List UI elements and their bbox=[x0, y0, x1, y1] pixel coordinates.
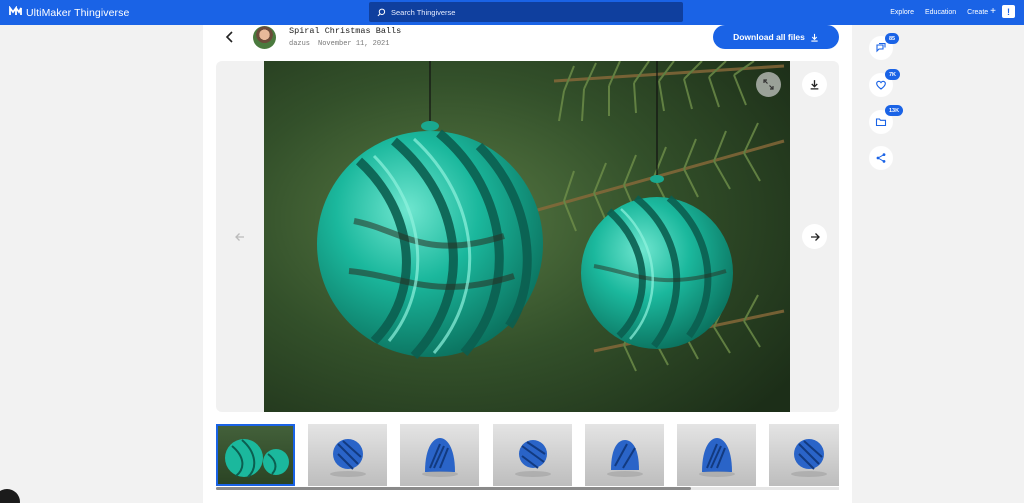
download-all-label: Download all files bbox=[733, 32, 805, 42]
ornament-photo-illustration bbox=[264, 61, 790, 412]
nav-create-menu[interactable]: Create + bbox=[967, 6, 996, 17]
top-navigation-bar: UltiMaker Thingiverse Explore Education … bbox=[0, 0, 1024, 25]
search-input[interactable] bbox=[391, 7, 661, 17]
publish-date: November 11, 2021 bbox=[318, 40, 390, 48]
thing-detail-card: Spiral Christmas Balls dazus November 11,… bbox=[203, 25, 852, 503]
thumbnail-5[interactable] bbox=[585, 424, 664, 486]
brand-logo-link[interactable]: UltiMaker Thingiverse bbox=[9, 5, 130, 19]
download-all-files-button[interactable]: Download all files bbox=[713, 25, 839, 49]
search-icon bbox=[377, 8, 386, 16]
comments-count-badge: 85 bbox=[885, 33, 900, 44]
thing-meta: dazus November 11, 2021 bbox=[289, 40, 389, 48]
thumbnail-3[interactable] bbox=[400, 424, 479, 486]
download-image-button[interactable] bbox=[802, 72, 827, 97]
thing-title: Spiral Christmas Balls bbox=[289, 26, 402, 36]
comments-icon bbox=[876, 42, 886, 53]
folder-icon bbox=[875, 118, 887, 127]
back-arrow-icon[interactable] bbox=[223, 30, 237, 44]
collections-count-badge: 13K bbox=[885, 105, 904, 116]
author-link[interactable]: dazus bbox=[289, 40, 310, 48]
share-button[interactable] bbox=[869, 146, 893, 170]
image-viewer bbox=[216, 61, 839, 412]
blue-ornament-thumbnail bbox=[422, 438, 458, 477]
nav-links: Explore Education Create + bbox=[890, 6, 996, 17]
scrollbar-thumb[interactable] bbox=[216, 487, 691, 490]
blue-ornament-thumbnail bbox=[607, 440, 643, 477]
thumbnail-6[interactable] bbox=[677, 424, 756, 486]
search-bar[interactable] bbox=[369, 2, 683, 22]
thumbnail-1[interactable] bbox=[216, 424, 295, 486]
main-photo bbox=[264, 61, 790, 412]
blue-ornament-thumbnail bbox=[330, 439, 366, 477]
blue-ornament-thumbnail bbox=[791, 439, 827, 477]
nav-create-label: Create bbox=[967, 9, 989, 16]
author-avatar[interactable] bbox=[253, 26, 276, 49]
thumbnail-strip bbox=[216, 424, 839, 486]
likes-count-badge: 7K bbox=[885, 69, 901, 80]
thumbnail-4[interactable] bbox=[493, 424, 572, 486]
plus-icon: + bbox=[990, 6, 996, 17]
thumbnail-7[interactable] bbox=[769, 424, 839, 486]
arrow-right-icon bbox=[810, 232, 820, 241]
help-widget-button[interactable] bbox=[0, 489, 20, 503]
thumbnail-scrollbar[interactable] bbox=[216, 487, 839, 490]
nav-explore-link[interactable]: Explore bbox=[890, 9, 914, 16]
previous-image-button[interactable] bbox=[232, 229, 248, 245]
notifications-button[interactable]: ! bbox=[1002, 5, 1015, 18]
arrow-left-icon bbox=[235, 233, 244, 241]
blue-ornament-thumbnail bbox=[515, 440, 551, 477]
expand-icon bbox=[763, 79, 774, 90]
nav-education-link[interactable]: Education bbox=[925, 9, 956, 16]
blue-ornament-thumbnail bbox=[699, 438, 735, 477]
next-image-button[interactable] bbox=[802, 224, 827, 249]
teal-ornaments-thumbnail bbox=[225, 439, 289, 478]
alert-icon: ! bbox=[1007, 6, 1010, 17]
download-icon bbox=[811, 33, 818, 42]
download-icon bbox=[810, 80, 819, 90]
thumbnail-2[interactable] bbox=[308, 424, 387, 486]
fullscreen-button[interactable] bbox=[756, 72, 781, 97]
ultimaker-logo-icon bbox=[9, 5, 22, 19]
share-icon bbox=[876, 153, 886, 163]
heart-icon bbox=[876, 80, 886, 90]
brand-name: UltiMaker Thingiverse bbox=[26, 6, 130, 19]
